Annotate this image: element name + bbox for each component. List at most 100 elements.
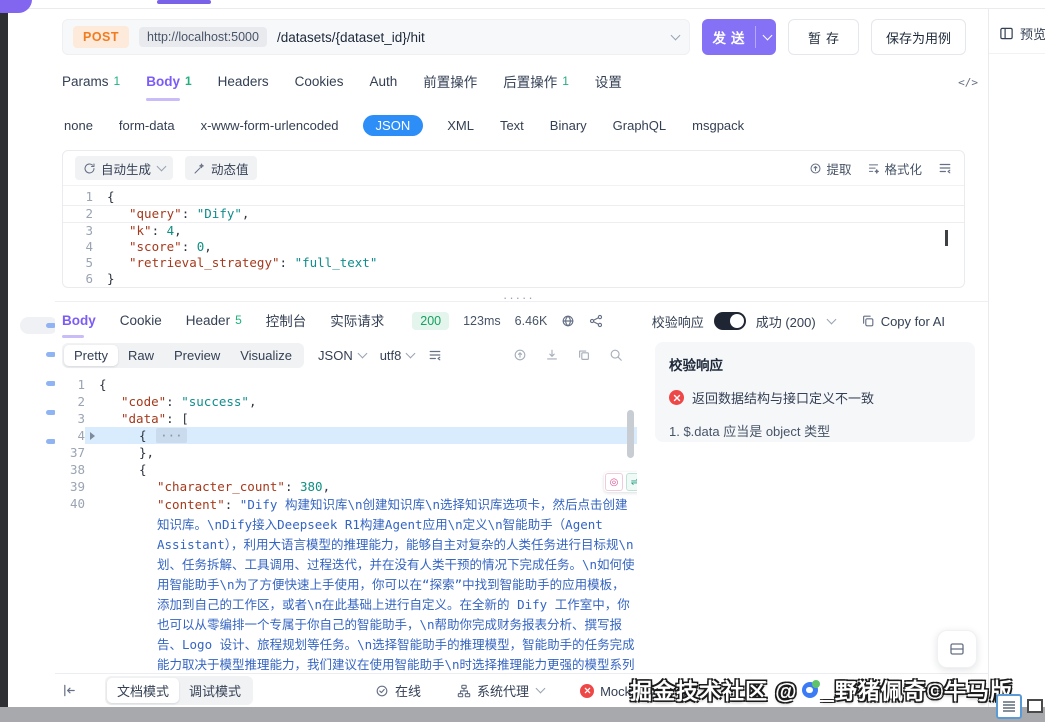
debug-mode-option[interactable]: 调试模式 — [179, 678, 251, 703]
code-token: "success" — [181, 394, 249, 409]
doc-mode-option[interactable]: 文档模式 — [107, 678, 179, 703]
search-icon[interactable] — [609, 348, 623, 362]
fold-gutter[interactable] — [85, 410, 99, 427]
code-line[interactable]: 1 { — [63, 189, 964, 205]
response-code[interactable]: 1 { 2 "code": "success", 3 "data": [ — [55, 370, 637, 674]
compare-icon[interactable]: ⇌ — [626, 473, 637, 491]
send-button[interactable]: 发送 — [702, 19, 776, 55]
code-line[interactable]: 4 "score": 0, — [63, 239, 964, 255]
request-tab[interactable]: 后置操作 1 — [503, 71, 569, 93]
code-line[interactable]: 4 { ··· — [55, 427, 637, 444]
response-tab[interactable]: 实际请求 — [330, 310, 384, 332]
code-token: , — [242, 206, 250, 221]
request-tab[interactable]: Cookies — [295, 71, 344, 93]
body-type-option[interactable]: GraphQL — [611, 115, 668, 136]
globe-icon[interactable] — [561, 314, 575, 328]
body-type-option[interactable]: form-data — [117, 115, 177, 136]
fold-gutter[interactable] — [85, 427, 99, 444]
code-line[interactable]: 6 } — [63, 271, 964, 287]
proxy-selector[interactable]: 系统代理 — [457, 681, 544, 700]
format-button[interactable]: 格式化 — [867, 159, 922, 178]
stash-button[interactable]: 暂存 — [788, 19, 859, 55]
url-path[interactable]: /datasets/{dataset_id}/hit — [277, 30, 660, 45]
body-type-option[interactable]: XML — [445, 115, 476, 136]
response-tab[interactable]: Header 5 — [186, 313, 242, 330]
body-type-option[interactable]: msgpack — [690, 115, 746, 136]
copy-for-ai-button[interactable]: Copy for AI — [861, 314, 945, 329]
fold-gutter[interactable] — [85, 393, 99, 410]
code-text: "code": "success", — [99, 393, 637, 410]
response-view-option[interactable]: Pretty — [64, 345, 118, 366]
url-input[interactable]: POST http://localhost:5000 /datasets/{da… — [62, 19, 690, 55]
request-code[interactable]: 1 { 2 "query": "Dify", 3 "k": 4, — [63, 186, 964, 287]
code-line[interactable]: 2 "code": "success", — [55, 393, 637, 410]
response-tab[interactable]: 控制台 — [266, 310, 307, 332]
code-line[interactable]: 3 "data": [ — [55, 410, 637, 427]
share-icon[interactable] — [589, 314, 603, 328]
code-line[interactable]: 40 "content": "Dify 构建知识库\n创建知识库\n选择知识库选… — [55, 495, 637, 674]
code-token: : — [152, 223, 167, 238]
bottom-window-edge — [0, 707, 1045, 722]
fold-gutter[interactable] — [85, 478, 99, 495]
online-status[interactable]: 在线 — [375, 681, 421, 700]
line-number: 1 — [55, 376, 85, 393]
wrap-lines-icon[interactable] — [938, 161, 952, 175]
validate-toggle[interactable] — [714, 312, 746, 330]
fold-gutter[interactable] — [85, 461, 99, 478]
code-line[interactable]: 3 "k": 4, — [63, 223, 964, 239]
encoding-select[interactable]: utf8 — [380, 348, 415, 363]
extract-button[interactable]: 提取 — [809, 159, 851, 178]
fold-gutter[interactable] — [85, 376, 99, 393]
download-icon[interactable] — [545, 348, 559, 362]
body-type-option[interactable]: Binary — [548, 115, 589, 136]
editor-scrollbar[interactable] — [945, 230, 948, 246]
editor-toolbar: 自动生成 动态值 提取 格式化 — [63, 151, 964, 186]
request-tab[interactable]: Headers — [218, 71, 269, 93]
base-url-chip[interactable]: http://localhost:5000 — [139, 27, 267, 47]
validate-toggle-label: 校验响应 — [652, 312, 704, 331]
response-view-option[interactable]: Raw — [118, 345, 164, 366]
response-scrollbar[interactable] — [627, 410, 634, 458]
fold-gutter[interactable] — [85, 444, 99, 461]
auto-generate-button[interactable]: 自动生成 — [75, 156, 173, 180]
response-view-option[interactable]: Preview — [164, 345, 230, 366]
code-view-icon[interactable]: </> — [958, 76, 978, 89]
format-select[interactable]: JSON — [318, 348, 366, 363]
response-tab[interactable]: Cookie — [120, 313, 162, 330]
collapse-sidebar-icon[interactable] — [62, 683, 77, 698]
request-tab[interactable]: 前置操作 — [423, 71, 477, 93]
request-tab[interactable]: Body 1 — [146, 71, 191, 93]
code-line[interactable]: 5 "retrieval_strategy": "full_text" — [63, 255, 964, 271]
save-as-case-button[interactable]: 保存为用例 — [871, 19, 966, 55]
send-options-button[interactable] — [755, 26, 776, 48]
code-line[interactable]: 39 "character_count": 380, — [55, 478, 637, 495]
code-line[interactable]: 1 { — [55, 376, 637, 393]
request-tab[interactable]: Params 1 — [62, 71, 120, 93]
request-tab[interactable]: Auth — [369, 71, 397, 93]
body-type-option[interactable]: JSON — [363, 115, 424, 136]
preview-panel: 预览 — [988, 9, 1045, 707]
preview-header[interactable]: 预览 — [989, 9, 1045, 54]
locate-icon[interactable] — [513, 348, 527, 362]
response-view-label: Preview — [174, 348, 220, 363]
body-type-option[interactable]: x-www-form-urlencoded — [199, 115, 341, 136]
chevron-down-icon[interactable] — [826, 314, 836, 324]
focus-selection-icon[interactable]: ◎ — [605, 473, 623, 491]
code-line[interactable]: 2 "query": "Dify", — [63, 205, 964, 223]
request-tab[interactable]: 设置 — [595, 71, 622, 93]
wrap-lines-icon[interactable] — [428, 348, 442, 362]
code-line[interactable]: 38 { — [55, 461, 637, 478]
copy-icon[interactable] — [577, 348, 591, 362]
response-tab[interactable]: Body — [62, 313, 96, 330]
layout-toggle-button[interactable] — [937, 630, 977, 668]
body-type-option[interactable]: none — [62, 115, 95, 136]
reading-lines-icon[interactable] — [996, 694, 1022, 719]
wand-icon — [193, 162, 206, 175]
body-type-option[interactable]: Text — [498, 115, 526, 136]
fold-gutter[interactable] — [85, 495, 99, 674]
dynamic-value-button[interactable]: 动态值 — [185, 156, 257, 180]
code-line[interactable]: 37 }, — [55, 444, 637, 461]
square-icon[interactable] — [1027, 699, 1043, 713]
method-badge[interactable]: POST — [73, 26, 129, 48]
response-view-option[interactable]: Visualize — [230, 345, 302, 366]
